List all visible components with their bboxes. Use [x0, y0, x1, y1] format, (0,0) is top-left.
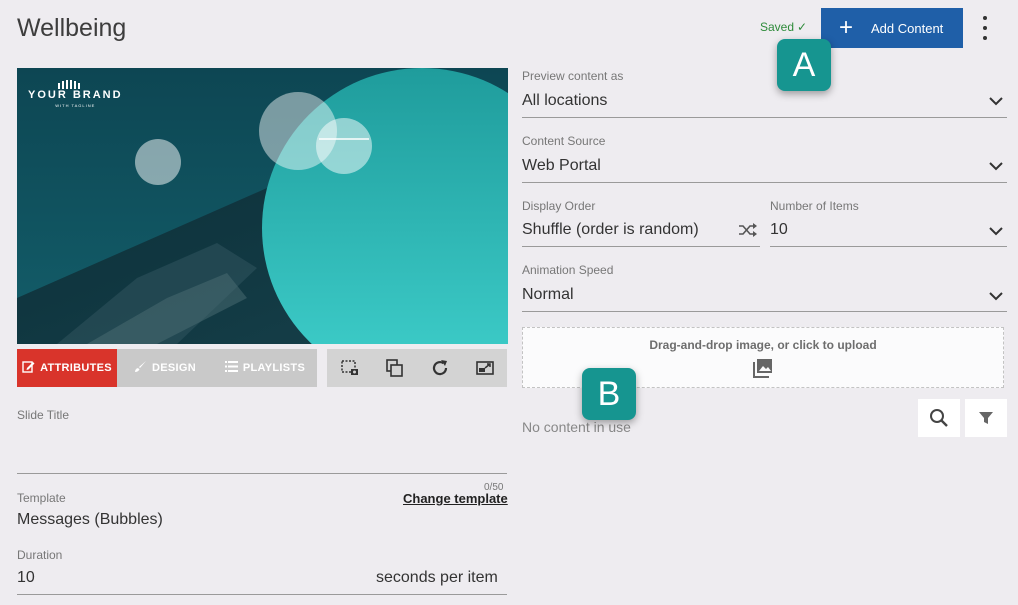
screenshot-crop-icon[interactable] [338, 356, 362, 380]
brand-name: YOUR BRAND [28, 89, 123, 101]
callout-badge-a: A [777, 39, 831, 91]
more-options-icon[interactable] [978, 16, 992, 40]
page-title: Wellbeing [17, 14, 127, 42]
list-icon [224, 361, 238, 375]
brush-icon [134, 360, 147, 376]
change-template-link[interactable]: Change template [403, 491, 508, 506]
slide-preview: YOUR BRAND WITH TAGLINE [17, 68, 508, 344]
tab-attributes[interactable]: ATTRIBUTES [17, 349, 117, 387]
search-button[interactable] [918, 399, 960, 437]
display-order-underline [522, 246, 760, 247]
editor-tabs: ATTRIBUTES DESIGN PLAYLISTS [17, 349, 317, 387]
content-source-label: Content Source [522, 134, 606, 148]
preview-as-label: Preview content as [522, 69, 624, 83]
slide-title-underline [17, 473, 507, 474]
external-preview-icon[interactable] [473, 356, 497, 380]
slide-title-input[interactable] [17, 440, 507, 462]
number-of-items-underline [770, 246, 1007, 247]
template-value: Messages (Bubbles) [17, 511, 163, 528]
number-of-items-select[interactable]: 10 [770, 221, 788, 239]
brand-logo: YOUR BRAND WITH TAGLINE [28, 89, 123, 108]
refresh-icon[interactable] [428, 356, 452, 380]
tab-design-label: DESIGN [152, 362, 196, 374]
plus-icon: + [839, 14, 854, 41]
preview-toolbar [327, 349, 507, 387]
image-icon [753, 359, 772, 378]
duration-label: Duration [17, 548, 63, 562]
duration-unit: seconds per item [376, 569, 498, 586]
animation-speed-select[interactable]: Normal [522, 286, 574, 304]
content-source-select[interactable]: Web Portal [522, 157, 601, 175]
template-label: Template [17, 491, 66, 505]
callout-badge-b: B [582, 368, 636, 420]
search-icon [930, 409, 948, 427]
animation-speed-label: Animation Speed [522, 263, 614, 277]
duration-underline [17, 594, 507, 595]
chevron-down-icon[interactable] [989, 291, 1003, 301]
saved-label: Saved [760, 20, 795, 34]
duplicate-icon[interactable] [383, 356, 407, 380]
tab-playlists[interactable]: PLAYLISTS [213, 349, 317, 387]
shuffle-icon [739, 223, 757, 237]
add-content-button[interactable]: + Add Content [821, 8, 963, 48]
brand-tagline: WITH TAGLINE [55, 103, 96, 108]
display-order-label: Display Order [522, 199, 596, 213]
preview-artwork [17, 68, 508, 344]
chevron-down-icon[interactable] [989, 161, 1003, 171]
display-order-select[interactable]: Shuffle (order is random) [522, 221, 699, 239]
tab-attributes-label: ATTRIBUTES [40, 362, 112, 374]
content-source-underline [522, 182, 1007, 183]
upload-instructions: Drag-and-drop image, or click to upload [649, 338, 877, 352]
preview-as-select[interactable]: All locations [522, 92, 607, 110]
saved-status: Saved ✓ [760, 20, 807, 34]
tab-design[interactable]: DESIGN [117, 349, 213, 387]
preview-as-underline [522, 117, 1007, 118]
number-of-items-label: Number of Items [770, 199, 859, 213]
chevron-down-icon[interactable] [989, 226, 1003, 236]
tab-playlists-label: PLAYLISTS [242, 362, 306, 374]
filter-icon [979, 412, 993, 424]
duration-input[interactable]: 10 [17, 569, 35, 587]
add-content-label: Add Content [871, 20, 944, 36]
chevron-down-icon[interactable] [989, 96, 1003, 106]
slide-title-label: Slide Title [17, 408, 70, 422]
filter-button[interactable] [965, 399, 1007, 437]
animation-speed-underline [522, 311, 1007, 312]
edit-icon [22, 360, 35, 376]
check-icon: ✓ [797, 20, 808, 34]
no-content-message: No content in use [522, 419, 631, 435]
